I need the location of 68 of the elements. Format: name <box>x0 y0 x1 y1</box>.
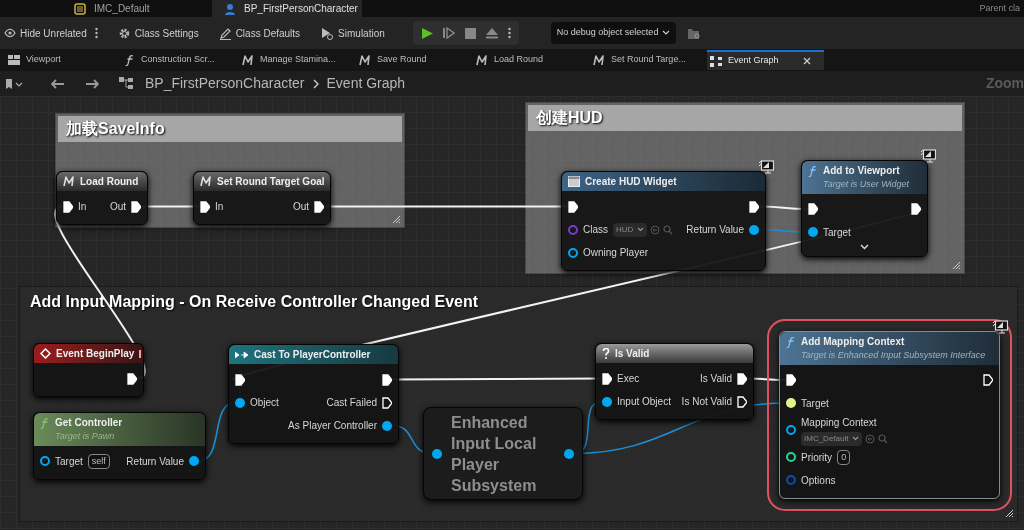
node-title: Cast To PlayerController <box>254 348 371 362</box>
toolbar-button[interactable]: Class Defaults <box>210 25 301 41</box>
pin-label: Out <box>292 200 309 214</box>
graph-node[interactable]: Get Controller Target is Pawn Target self Return Value <box>33 412 206 480</box>
breadcrumb-link[interactable]: Event Graph <box>326 73 406 94</box>
node-title: Load Round <box>80 175 139 189</box>
graph-node[interactable]: Add to Viewport Target is User Widget Target <box>801 160 928 257</box>
graph-node[interactable]: Set Round Target Goal In Out <box>193 171 331 225</box>
graph-tab[interactable]: Viewport <box>5 50 122 70</box>
graph-node[interactable]: Cast To PlayerController Object Cast Failed As Player Controller <box>228 344 399 444</box>
pin-label: Cast Failed <box>326 396 377 410</box>
pin-label: Target <box>55 454 83 469</box>
graph-tab[interactable]: Event Graph <box>707 50 824 70</box>
node-subtitle: Target is Pawn <box>54 430 116 443</box>
toolbar-button[interactable]: Class Settings <box>109 25 199 41</box>
graph-node[interactable]: Create HUD Widget Class HUD Return Value Owning Player <box>561 171 766 271</box>
graph-node[interactable]: Is Valid Exec Is Valid Input Object Is Not Valid <box>595 343 754 420</box>
node-title: Set Round Target Goal <box>217 175 325 189</box>
node-title: Add Mapping Context <box>801 335 905 349</box>
pin-label: Out <box>109 200 126 214</box>
value-field[interactable]: 0 <box>837 449 851 465</box>
graph-tab[interactable]: Save Round <box>356 50 473 70</box>
asset-dropdown[interactable]: IMC_Default <box>801 431 863 446</box>
comment-title: 加载SaveInfo <box>58 116 402 142</box>
toolbar-button[interactable]: Simulation <box>312 25 385 41</box>
graph-tab[interactable]: Construction Scr... <box>122 50 239 70</box>
pin-label: Target <box>801 396 829 411</box>
pin-label: Is Not Valid <box>681 395 732 409</box>
graph-node[interactable]: Load Round In Out <box>56 171 148 225</box>
node-subtitle: Target is User Widget <box>822 178 911 191</box>
graph-node[interactable]: Event BeginPlay <box>33 343 144 397</box>
pin-label: In <box>215 200 224 214</box>
pin-label: Class <box>583 223 608 237</box>
node-title: Is Valid <box>615 347 650 361</box>
pin-label: Return Value <box>126 454 184 469</box>
node-subtitle: Target is Enhanced Input Subsystem Interface <box>800 349 987 362</box>
pin-label: Owning Player <box>583 246 649 260</box>
editor-tab[interactable]: BP_FirstPersonCharacter <box>212 0 362 17</box>
zoom-label: Zoom <box>985 74 1024 93</box>
comment-title: Add Input Mapping - On Receive Controller Changed Event <box>29 292 480 312</box>
node-title: Event BeginPlay <box>56 347 135 361</box>
pin-label: Options <box>801 473 836 488</box>
pin-label: In <box>78 200 87 214</box>
node-title: Enhanced Input Local Player Subsystem <box>451 412 538 496</box>
pin-label: Mapping Context <box>801 415 878 430</box>
value-field[interactable]: self <box>87 453 110 469</box>
parent-class-label: Parent cla <box>979 2 1020 15</box>
graph-tab[interactable]: Manage Stamina... <box>239 50 356 70</box>
breadcrumb-link[interactable]: BP_FirstPersonCharacter <box>145 73 305 94</box>
debug-object-dropdown[interactable]: No debug object selected <box>550 22 677 44</box>
graph-node[interactable]: Enhanced Input Local Player Subsystem <box>423 407 583 500</box>
node-title: Get Controller <box>55 416 123 430</box>
graph-tab[interactable]: Set Round Targe... <box>590 50 707 70</box>
pin-label: Return Value <box>686 223 744 237</box>
pin-label: Is Valid <box>699 372 732 386</box>
graph-tab[interactable]: Load Round <box>473 50 590 70</box>
pin-label: Priority <box>801 450 833 465</box>
pin-label: Exec <box>617 372 640 386</box>
toolbar-button[interactable]: Hide Unrelated <box>0 25 87 41</box>
pin-label: Target <box>823 225 851 240</box>
pin-label: Input Object <box>617 395 671 409</box>
editor-tab[interactable]: IMC_Default <box>62 0 212 17</box>
node-title: Add to Viewport <box>823 164 900 178</box>
pin-label: As Player Controller <box>288 419 377 433</box>
comment-title: 创建HUD <box>528 105 962 131</box>
pin-label: Object <box>250 396 279 410</box>
node-title: Create HUD Widget <box>585 175 677 189</box>
asset-dropdown[interactable]: HUD <box>613 222 648 237</box>
